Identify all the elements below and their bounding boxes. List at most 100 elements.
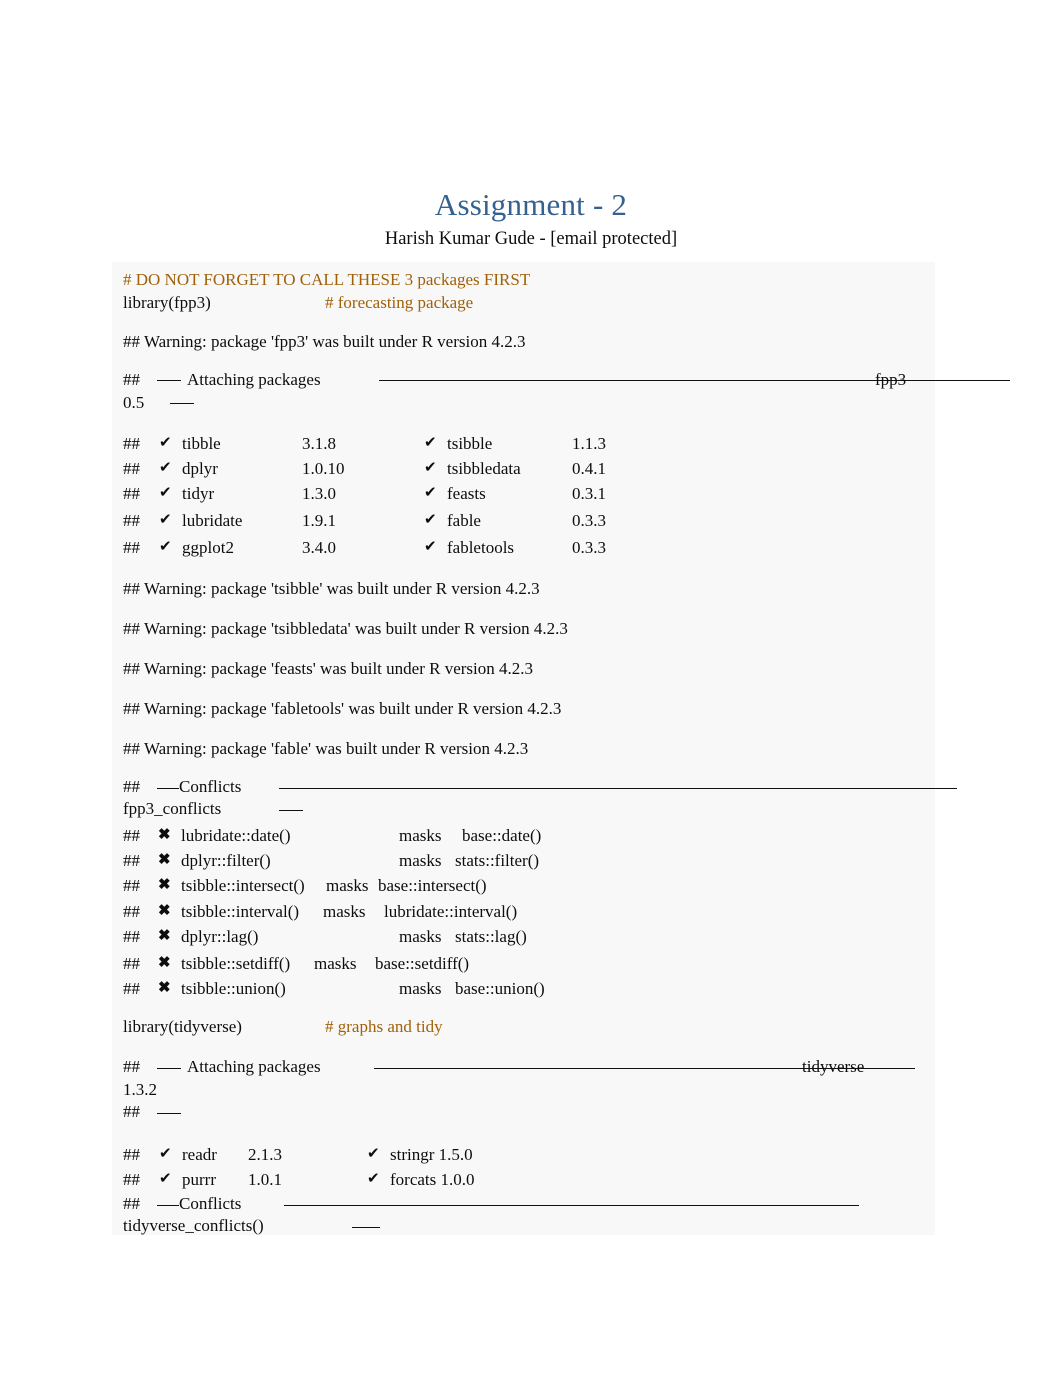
package-name: tsibbledata [447,459,521,478]
conflict-masked-by: base::union() [455,979,545,998]
package-name: fabletools [447,538,515,557]
package-name-version: forcats 1.0.0 [390,1170,475,1189]
conflict-masks-label: masks [314,954,357,973]
banner-version-tidyverse: 1.3.2 [123,1080,157,1099]
conflict-masked-by: stats::filter() [455,851,540,870]
cross-icon: ✖ [158,928,171,944]
banner-rule-conflicts-fpp3 [279,788,957,789]
code-library-fpp3: library(fpp3) [123,293,211,312]
package-version: 1.9.1 [302,511,336,530]
package-name: tsibble [447,434,493,453]
check-icon: ✔ [159,512,172,528]
code-comment-fpp3: # forecasting package [325,293,474,312]
table-row: ## [123,538,140,557]
package-name: tibble [182,434,221,453]
table-row: ## [123,954,140,973]
check-icon: ✔ [159,1171,172,1187]
author-subtitle: Harish Kumar Gude - [email protected] [384,229,678,249]
output-hash-attaching-fpp3: ## [123,370,140,389]
conflict-masked-fn: tsibble::union() [181,979,286,998]
conflict-masks-label: masks [399,979,442,998]
conflict-masked-by: base::date() [462,826,542,845]
page-title: Assignment - 2 [434,186,628,222]
output-hash-conflicts-tidyverse: ## [123,1194,140,1213]
package-name: lubridate [182,511,243,530]
conflict-masked-by: lubridate::interval() [384,902,518,921]
table-row: ## [123,876,140,895]
code-library-tidyverse: library(tidyverse) [123,1017,242,1036]
package-version: 1.0.10 [302,459,345,478]
code-comment-tidyverse: # graphs and tidy [325,1017,443,1036]
package-version: 0.3.3 [572,538,606,557]
conflict-masks-label: masks [399,826,442,845]
banner-version-fpp3: 0.5 [123,393,145,412]
package-version: 0.3.1 [572,484,606,503]
check-icon: ✔ [159,1146,172,1162]
table-row: ## [123,484,140,503]
banner-dash-end-conflicts-fpp3 [279,810,303,811]
package-name: ggplot2 [182,538,234,557]
banner-dash-left-fpp3 [157,380,181,381]
conflict-masked-fn: tsibble::intersect() [181,876,305,895]
check-icon: ✔ [159,485,172,501]
package-version: 3.1.8 [302,434,336,453]
conflict-masked-by: base::setdiff() [375,954,470,973]
check-icon: ✔ [424,512,437,528]
table-row: ## [123,434,140,453]
check-icon: ✔ [424,460,437,476]
package-version: 1.1.3 [572,434,606,453]
banner-dash-end-fpp3 [170,403,194,404]
cross-icon: ✖ [158,955,171,971]
package-version: 0.4.1 [572,459,606,478]
cross-icon: ✖ [158,903,171,919]
conflict-masks-label: masks [323,902,366,921]
package-name: dplyr [182,459,218,478]
conflict-masked-fn: tsibble::interval() [181,902,300,921]
check-icon: ✔ [159,460,172,476]
document-page: Assignment - 2 Harish Kumar Gude - [emai… [0,0,1062,1377]
output-warning: ## Warning: package 'tsibbledata' was bu… [123,619,568,638]
code-output-block: # DO NOT FORGET TO CALL THESE 3 packages… [112,262,1010,1235]
package-version: 1.0.1 [248,1170,282,1189]
banner-rule-conflicts-tidyverse [284,1205,859,1206]
check-icon: ✔ [159,539,172,555]
banner-dash-end-conflicts-tidyverse [352,1227,380,1228]
conflict-masks-label: masks [399,851,442,870]
banner-name-fpp3: fpp3 [875,370,907,389]
conflict-masked-fn: tsibble::setdiff() [181,954,291,973]
check-icon: ✔ [424,539,437,555]
output-hash-attaching-tidyverse: ## [123,1057,140,1076]
conflict-masked-fn: dplyr::lag() [181,927,259,946]
banner-dash-end-tidyverse [157,1113,181,1114]
output-warning: ## Warning: package 'tsibble' was built … [123,579,540,598]
table-row: ## [123,902,140,921]
package-version: 3.4.0 [302,538,336,557]
output-warning: ## Warning: package 'fable' was built un… [123,739,529,758]
table-row: ## [123,459,140,478]
check-icon: ✔ [367,1146,380,1162]
conflict-masked-fn: dplyr::filter() [181,851,271,870]
table-row: ## [123,1145,140,1164]
conflict-masks-label: masks [326,876,369,895]
table-row: ## [123,511,140,530]
cross-icon: ✖ [158,852,171,868]
check-icon: ✔ [424,435,437,451]
package-name: tidyr [182,484,215,503]
cross-icon: ✖ [158,827,171,843]
output-warning: ## Warning: package 'fabletools' was bui… [123,699,562,718]
conflict-masked-fn: lubridate::date() [181,826,291,845]
conflict-masked-by: stats::lag() [455,927,527,946]
package-name-version: stringr 1.5.0 [390,1145,473,1164]
conflict-masks-label: masks [399,927,442,946]
check-icon: ✔ [367,1171,380,1187]
table-row: ## [123,979,140,998]
banner-conflicts-label-fpp3: Conflicts [179,777,242,796]
banner-conflicts-label-tidyverse: Conflicts [179,1194,242,1213]
banner-rule-fpp3 [379,380,1010,381]
banner-dash-left-conflicts-fpp3 [157,788,179,789]
banner-dash-left-tidyverse [157,1068,181,1069]
table-row: ## [123,1170,140,1189]
package-name: readr [182,1145,217,1164]
banner-conflicts-fn-fpp3: fpp3_conflicts [123,799,222,818]
banner-name-tidyverse: tidyverse [802,1057,865,1076]
